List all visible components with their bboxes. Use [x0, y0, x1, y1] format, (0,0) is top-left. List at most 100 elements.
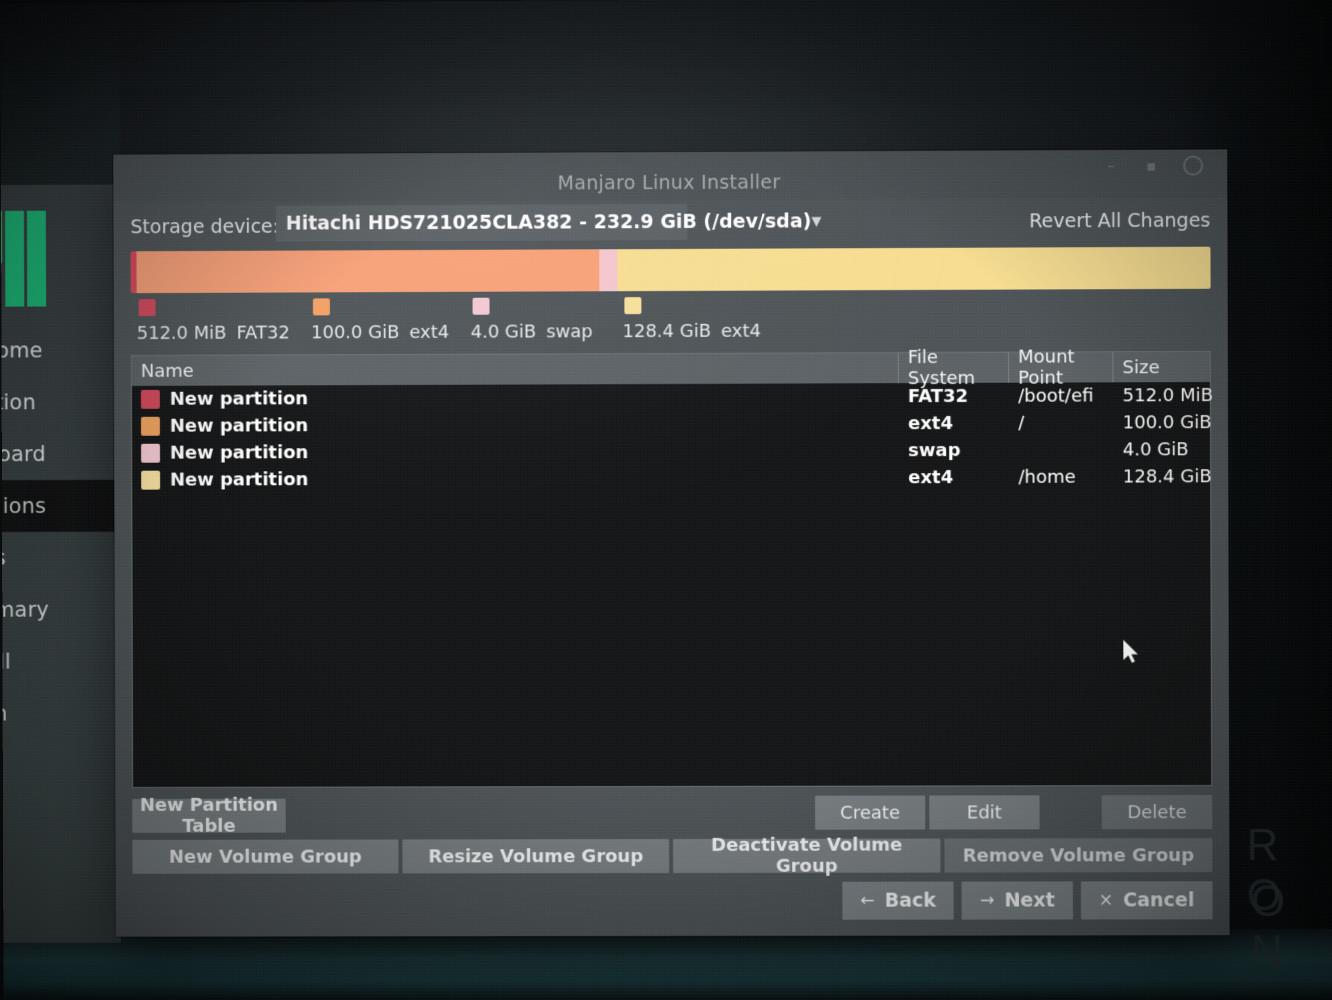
partition-table-header: Name File System Mount Point Size: [132, 352, 1210, 386]
legend-color-swatch: [624, 297, 641, 314]
table-row[interactable]: New partition ext4 / 100.0 GiB: [132, 409, 1210, 440]
create-button[interactable]: Create: [815, 796, 925, 830]
cell-filesystem: swap: [899, 437, 1009, 464]
sidebar-item-label: Location: [2, 390, 36, 414]
legend-color-swatch: [313, 298, 330, 315]
partition-color-swatch: [141, 417, 160, 436]
wallpaper-bottom-band: [3, 929, 1332, 1000]
minimize-icon[interactable]: –: [1103, 158, 1119, 174]
storage-device-value: Hitachi HDS721025CLA382 - 232.9 GiB (/de…: [286, 210, 812, 234]
wizard-navigation: ← Back → Next × Cancel: [132, 881, 1212, 921]
table-row[interactable]: New partition ext4/home 128.4 GiB: [132, 463, 1210, 493]
edit-button[interactable]: Edit: [929, 795, 1039, 829]
cell-mountpoint: /boot/efi: [1009, 382, 1113, 409]
cell-size: 4.0 GiB: [1114, 436, 1210, 463]
manjaro-logo-icon: [1, 211, 45, 307]
new-volume-group-button[interactable]: New Volume Group: [132, 839, 398, 873]
installer-sidebar: Welcome Location Keyboard Partitions Users Su…: [1, 184, 121, 942]
cancel-button[interactable]: × Cancel: [1081, 881, 1213, 919]
sidebar-item-welcome[interactable]: Welcome: [1, 324, 119, 376]
legend-label: 100.0 GiB ext4: [311, 322, 449, 344]
close-icon[interactable]: [1183, 156, 1203, 176]
cell-name: New partition: [132, 410, 899, 440]
resize-volume-group-button[interactable]: Resize Volume Group: [402, 839, 669, 873]
partition-actions-row: New Partition Table Create Edit Delete: [132, 795, 1212, 835]
sidebar-item-label: Finish: [3, 701, 8, 725]
legend-size: 512.0 MiB: [137, 323, 227, 344]
window-titlebar[interactable]: Manjaro Linux Installer – ▪: [113, 149, 1227, 202]
sidebar-item-label: Keyboard: [2, 442, 46, 466]
arrow-right-icon: →: [980, 891, 994, 911]
sidebar-item-users[interactable]: Users: [2, 532, 120, 584]
maximize-icon[interactable]: ▪: [1143, 158, 1159, 174]
table-row[interactable]: New partition swap 4.0 GiB: [132, 436, 1210, 467]
usage-segment-swap[interactable]: [599, 249, 617, 291]
legend-filesystem: ext4: [721, 321, 761, 342]
legend-label: 128.4 GiB ext4: [622, 321, 761, 343]
sidebar-item-finish[interactable]: Finish: [3, 687, 121, 739]
wallpaper-text-bottom: O N: [1251, 877, 1332, 977]
legend-filesystem: swap: [546, 321, 593, 342]
sidebar-item-label: Summary: [2, 598, 49, 622]
sidebar-item-label: Partitions: [2, 494, 46, 518]
back-button-label: Back: [885, 890, 936, 912]
legend-item: 128.4 GiB ext4: [624, 297, 761, 343]
legend-item: 100.0 GiB ext4: [313, 298, 449, 343]
sidebar-item-label: Welcome: [1, 338, 42, 362]
cell-size: 100.0 GiB: [1114, 409, 1210, 436]
column-header-name[interactable]: Name: [132, 353, 899, 386]
partition-name-label: New partition: [170, 442, 308, 463]
sidebar-nav: Welcome Location Keyboard Partitions Users Su…: [1, 324, 120, 739]
column-header-size[interactable]: Size: [1113, 352, 1210, 382]
legend-size: 4.0 GiB: [471, 322, 537, 343]
next-button[interactable]: → Next: [962, 881, 1073, 919]
revert-all-changes-button[interactable]: Revert All Changes: [1029, 210, 1210, 233]
cell-name: New partition: [132, 383, 899, 413]
sidebar-item-location[interactable]: Location: [2, 376, 120, 428]
partition-color-swatch: [141, 390, 160, 409]
window-content: Storage device: Hitachi HDS721025CLA382 …: [113, 197, 1229, 936]
cell-mountpoint: /home: [1009, 464, 1113, 491]
cell-mountpoint: /: [1009, 409, 1113, 436]
cell-name: New partition: [132, 437, 899, 467]
usage-segment-root[interactable]: [137, 249, 599, 293]
cell-filesystem: ext4: [899, 410, 1009, 437]
legend-item: 4.0 GiB swap: [473, 297, 593, 342]
partition-table-body: New partition FAT32/boot/efi 512.0 MiB New …: [132, 382, 1210, 494]
sidebar-item-summary[interactable]: Summary: [2, 584, 120, 636]
delete-button[interactable]: Delete: [1102, 795, 1213, 829]
sidebar-item-install[interactable]: Install: [2, 635, 120, 687]
sidebar-item-label: Users: [2, 546, 6, 570]
cell-size: 128.4 GiB: [1114, 463, 1210, 490]
partition-usage-bar[interactable]: [131, 247, 1211, 293]
sidebar-item-partitions[interactable]: Partitions: [2, 480, 120, 532]
partition-name-label: New partition: [170, 388, 308, 409]
sidebar-item-keyboard[interactable]: Keyboard: [2, 428, 120, 480]
legend-color-swatch: [139, 299, 156, 316]
legend-size: 128.4 GiB: [622, 321, 711, 342]
window-title: Manjaro Linux Installer: [113, 169, 1227, 196]
cell-name: New partition: [132, 464, 899, 493]
storage-device-row: Storage device: Hitachi HDS721025CLA382 …: [130, 198, 1210, 249]
back-button[interactable]: ← Back: [842, 882, 954, 920]
partition-name-label: New partition: [170, 415, 308, 436]
column-header-mountpoint[interactable]: Mount Point: [1009, 352, 1113, 382]
remove-volume-group-button[interactable]: Remove Volume Group: [944, 838, 1212, 872]
new-partition-table-button[interactable]: New Partition Table: [132, 799, 285, 833]
storage-device-label: Storage device:: [130, 216, 279, 239]
deactivate-volume-group-button[interactable]: Deactivate Volume Group: [673, 839, 940, 873]
chevron-down-icon: ▼: [811, 214, 821, 229]
partition-color-swatch: [141, 471, 160, 490]
screen-photo: R O O N Welcome Location Keyboard Partition…: [0, 0, 1332, 1000]
sidebar-item-label: Install: [2, 650, 11, 674]
storage-device-select[interactable]: Hitachi HDS721025CLA382 - 232.9 GiB (/de…: [276, 204, 687, 242]
usage-segment-home[interactable]: [617, 247, 1210, 292]
table-row[interactable]: New partition FAT32/boot/efi 512.0 MiB: [132, 382, 1210, 413]
partition-table-panel: Name File System Mount Point Size New pa…: [131, 351, 1212, 788]
legend-filesystem: ext4: [409, 322, 449, 343]
installer-window: Manjaro Linux Installer – ▪ Storage devi…: [113, 149, 1229, 936]
partition-color-swatch: [141, 444, 160, 463]
legend-label: 512.0 MiB FAT32: [137, 322, 290, 344]
column-header-filesystem[interactable]: File System: [899, 353, 1009, 383]
legend-label: 4.0 GiB swap: [471, 321, 593, 342]
